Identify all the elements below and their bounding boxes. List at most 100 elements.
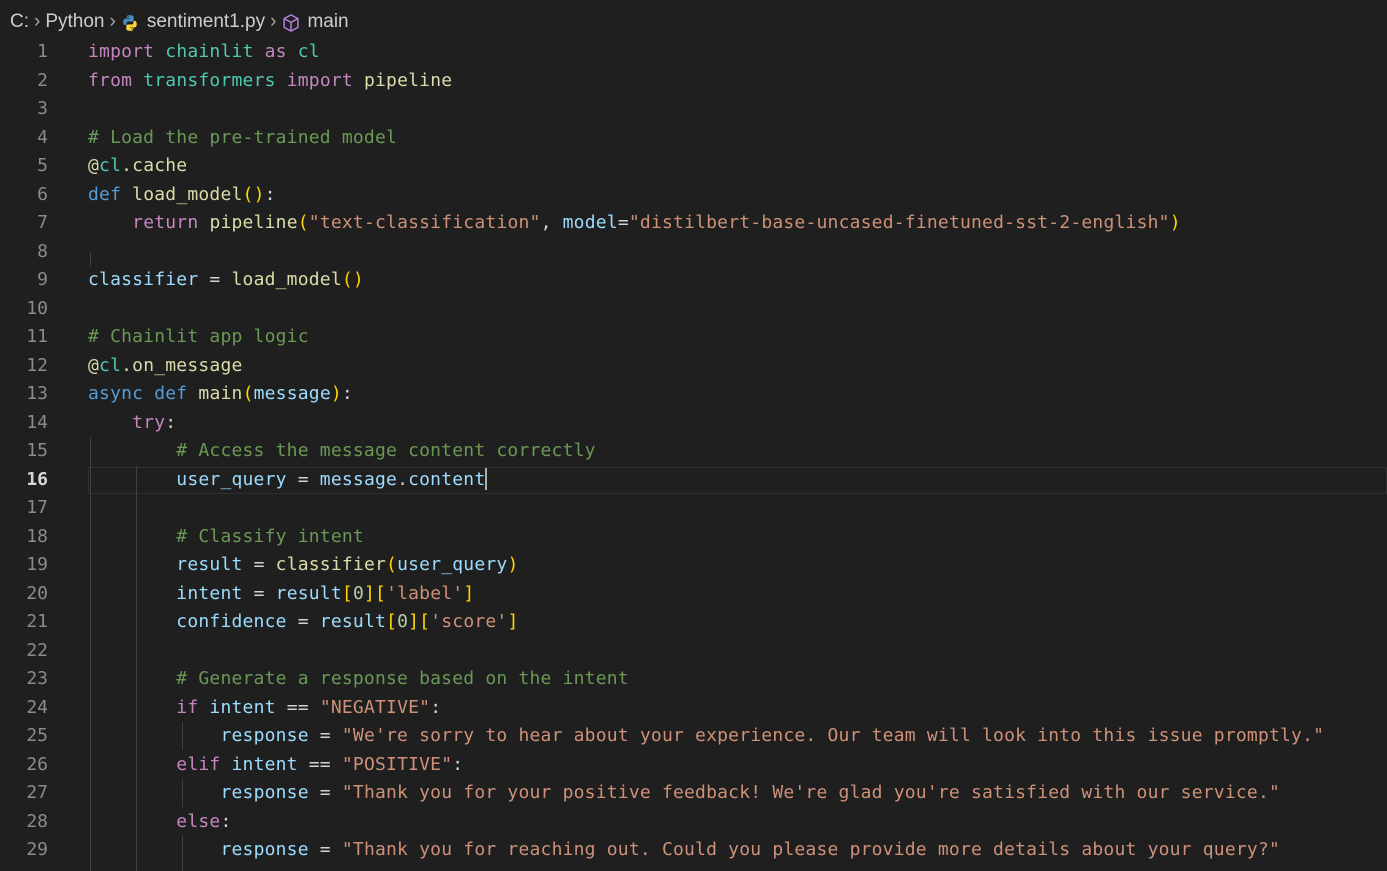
- code-line[interactable]: 12 @cl.on_message: [0, 352, 1387, 381]
- code-line[interactable]: 4 # Load the pre-trained model: [0, 124, 1387, 153]
- code-token: .cache: [121, 155, 188, 176]
- line-number: 7: [37, 212, 48, 233]
- code-line[interactable]: 6 def load_model():: [0, 181, 1387, 210]
- code-token: (: [242, 383, 254, 404]
- line-number: 21: [26, 611, 48, 632]
- python-file-icon: [123, 15, 137, 31]
- code-token: load_model: [231, 269, 342, 290]
- code-token: user_query: [397, 554, 508, 575]
- code-line[interactable]: 11 # Chainlit app logic: [0, 323, 1387, 352]
- code-line[interactable]: 9 classifier = load_model(): [0, 266, 1387, 295]
- code-line[interactable]: 26 elif intent == "POSITIVE":: [0, 751, 1387, 780]
- code-token: =: [308, 782, 342, 803]
- code-line[interactable]: 22: [0, 637, 1387, 666]
- code-token: def: [154, 383, 188, 404]
- code-token: =: [617, 212, 629, 233]
- code-token: # Access the message content correctly: [176, 440, 596, 461]
- code-line[interactable]: 19 result = classifier(user_query): [0, 551, 1387, 580]
- breadcrumb-file[interactable]: sentiment1.py: [121, 11, 265, 33]
- code-token: result: [319, 611, 387, 632]
- code-token: ,: [540, 212, 563, 233]
- line-number: 24: [26, 696, 48, 718]
- code-line[interactable]: 25 response = "We're sorry to hear about…: [0, 722, 1387, 751]
- code-token: :: [165, 411, 177, 433]
- chevron-right-icon: ›: [270, 11, 277, 32]
- code-token: ==: [275, 696, 320, 718]
- code-token: 0: [352, 582, 364, 604]
- code-line[interactable]: 24 if intent == "NEGATIVE":: [0, 694, 1387, 723]
- code-token: transformers: [143, 69, 276, 91]
- code-token: ): [507, 554, 519, 575]
- code-token: cl: [99, 354, 122, 376]
- code-line[interactable]: 23 # Generate a response based on the in…: [0, 665, 1387, 694]
- code-line[interactable]: 3: [0, 95, 1387, 124]
- code-text: @cl.on_message: [88, 352, 243, 381]
- code-token: confidence: [176, 611, 287, 632]
- code-line[interactable]: 1 import chainlit as cl: [0, 38, 1387, 67]
- code-token: :: [220, 810, 232, 832]
- line-number: 11: [26, 326, 48, 347]
- code-line[interactable]: 8: [0, 238, 1387, 267]
- code-token: message: [253, 383, 331, 404]
- code-line[interactable]: 15 # Access the message content correctl…: [0, 437, 1387, 466]
- code-line[interactable]: 10: [0, 295, 1387, 324]
- code-token: @: [88, 354, 100, 376]
- breadcrumb-drive[interactable]: C:: [10, 11, 29, 33]
- code-line[interactable]: 27 response = "Thank you for your positi…: [0, 779, 1387, 808]
- code-line[interactable]: 28 else:: [0, 808, 1387, 837]
- code-line[interactable]: 13 async def main(message):: [0, 380, 1387, 409]
- line-number: 29: [26, 839, 48, 860]
- code-text: import chainlit as cl: [88, 38, 320, 67]
- code-token: user_query: [176, 468, 287, 490]
- code-token: else: [176, 810, 221, 832]
- code-token: (: [386, 554, 398, 575]
- code-token: "Thank you for your positive feedback! W…: [341, 782, 1281, 803]
- breadcrumb-folder-label: Python: [45, 11, 105, 32]
- code-text: return pipeline("text-classification", m…: [88, 209, 1181, 238]
- breadcrumb-drive-label: C:: [10, 11, 29, 32]
- code-line[interactable]: 18 # Classify intent: [0, 523, 1387, 552]
- code-token: ==: [297, 753, 342, 775]
- line-number: 14: [26, 411, 48, 433]
- code-token: 'score': [430, 611, 508, 632]
- code-token: =: [242, 554, 276, 575]
- line-number: 10: [26, 297, 48, 319]
- code-token: pipeline: [209, 212, 298, 233]
- code-line[interactable]: 16 user_query = message.content: [0, 466, 1387, 495]
- code-editor[interactable]: 1 import chainlit as cl 2 from transformers…: [0, 38, 1387, 871]
- breadcrumb-folder[interactable]: Python: [45, 11, 104, 33]
- code-line[interactable]: 29 response = "Thank you for reaching ou…: [0, 836, 1387, 865]
- code-token: # Classify intent: [176, 525, 364, 547]
- code-text: # Classify intent: [88, 523, 364, 552]
- code-line[interactable]: 5 @cl.cache: [0, 152, 1387, 181]
- code-line[interactable]: 2 from transformers import pipeline: [0, 67, 1387, 96]
- line-number: 23: [26, 668, 48, 689]
- code-token: result: [176, 554, 243, 575]
- code-token: ][: [408, 611, 431, 632]
- line-number: 8: [37, 240, 48, 262]
- code-line[interactable]: 14 try:: [0, 409, 1387, 438]
- code-line[interactable]: 7 return pipeline("text-classification",…: [0, 209, 1387, 238]
- code-token: =: [308, 725, 342, 746]
- code-token: "Thank you for reaching out. Could you p…: [341, 839, 1281, 860]
- breadcrumb-symbol[interactable]: main: [281, 11, 349, 33]
- code-line[interactable]: 17: [0, 494, 1387, 523]
- code-text: confidence = result[0]['score']: [88, 608, 519, 637]
- code-line[interactable]: 21 confidence = result[0]['score']: [0, 608, 1387, 637]
- code-line[interactable]: 20 intent = result[0]['label']: [0, 580, 1387, 609]
- code-text: user_query = message.content: [88, 466, 488, 495]
- code-token: 0: [397, 611, 409, 632]
